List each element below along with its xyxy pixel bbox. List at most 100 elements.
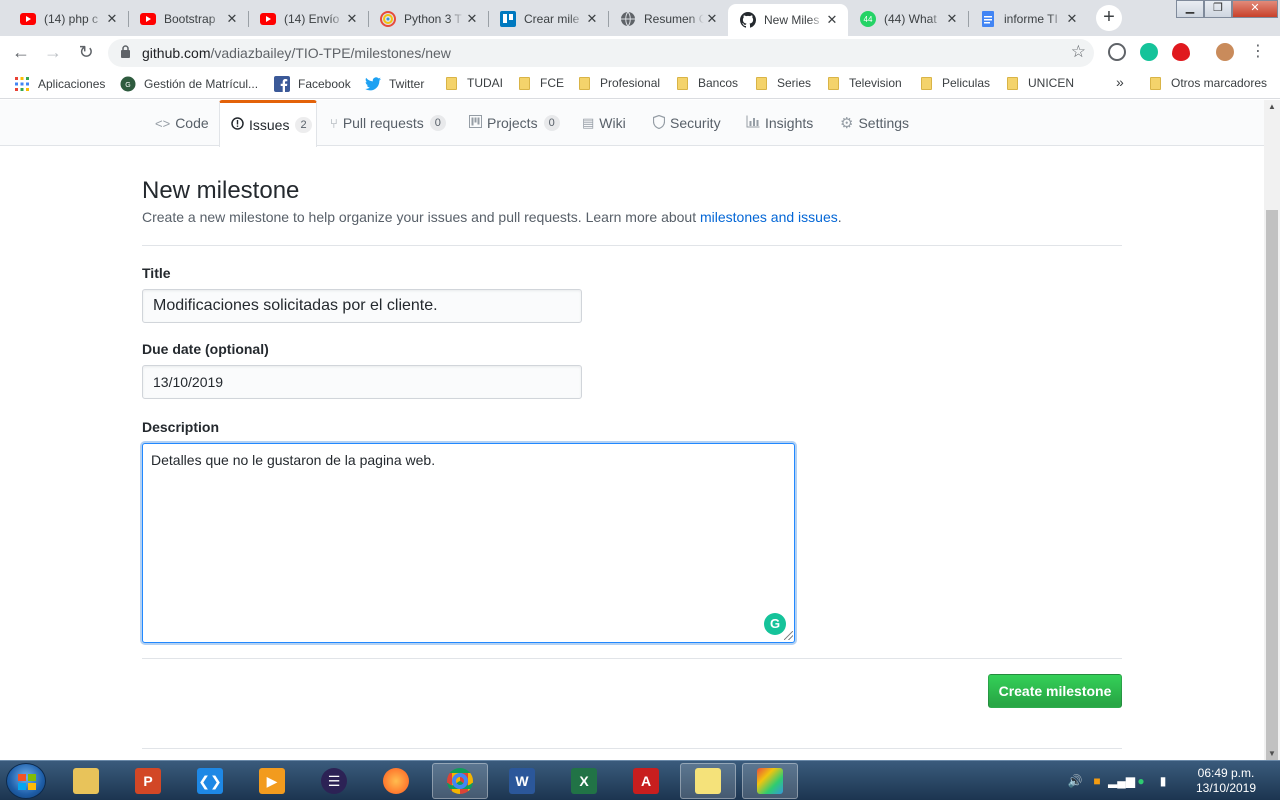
browser-tab[interactable]: 44 (44) What ✕ <box>848 4 969 34</box>
tab-code[interactable]: <> Code <box>155 100 209 146</box>
taskbar-eclipse[interactable]: ☰ <box>306 763 362 799</box>
browser-tab[interactable]: Crear mile ✕ <box>488 4 609 34</box>
bookmark-folder-tudai[interactable]: TUDAI <box>446 76 503 90</box>
bookmark-label: Bancos <box>698 76 739 90</box>
tab-issues[interactable]: Issues 2 <box>219 100 317 147</box>
browser-tab[interactable]: Resumen C ✕ <box>608 4 729 34</box>
bookmark-folder-television[interactable]: Television <box>828 76 902 90</box>
tab-wiki[interactable]: ▤ Wiki <box>582 100 626 146</box>
start-button[interactable] <box>6 763 46 799</box>
bookmark-gestion[interactable]: G Gestión de Matrícul... <box>120 76 258 92</box>
scrollbar-thumb[interactable] <box>1266 210 1278 770</box>
bookmark-folder-peliculas[interactable]: Peliculas <box>921 76 990 90</box>
bookmark-label: Series <box>777 76 812 90</box>
resize-handle[interactable] <box>784 631 793 640</box>
menu-dots-icon[interactable]: ⋮ <box>1246 40 1270 64</box>
system-tray: 🔊 ■ ▂▄▆ ● ▮ <box>1064 761 1174 800</box>
browser-tab[interactable]: informe TI ✕ <box>968 4 1088 34</box>
taskbar-firefox[interactable] <box>368 763 424 799</box>
bookmark-folder-series[interactable]: Series <box>756 76 811 90</box>
security-tray-icon[interactable]: ■ <box>1086 774 1108 788</box>
bookmark-label: UNICEN <box>1028 76 1075 90</box>
tab-label: Insights <box>765 115 814 131</box>
network-signal-icon[interactable]: ▂▄▆ <box>1108 774 1135 788</box>
more-bookmarks-chevron[interactable]: » <box>1116 74 1124 90</box>
close-window-button[interactable]: ✕ <box>1232 0 1278 18</box>
scroll-down-arrow-icon[interactable]: ▼ <box>1264 749 1280 758</box>
bookmark-folder-otros[interactable]: Otros marcadores <box>1150 76 1267 90</box>
tab-security[interactable]: Security <box>652 100 721 146</box>
close-tab-icon[interactable]: ✕ <box>464 11 480 27</box>
back-arrow-icon[interactable]: ← <box>9 40 33 64</box>
grammarly-extension-icon[interactable] <box>1140 43 1158 61</box>
tab-projects[interactable]: Projects 0 <box>469 100 560 146</box>
extension-icon[interactable] <box>1108 43 1126 61</box>
taskbar-paint[interactable] <box>742 763 798 799</box>
taskbar-vscode[interactable]: ❮❯ <box>182 763 238 799</box>
bookmark-twitter[interactable]: Twitter <box>365 76 424 92</box>
bookmark-star-icon[interactable]: ☆ <box>1071 42 1086 62</box>
avatar[interactable] <box>1216 43 1234 61</box>
title-label: Title <box>142 265 171 281</box>
maximize-button[interactable]: ❐ <box>1204 0 1232 18</box>
folder-icon <box>756 76 767 90</box>
url-path: /vadiazbailey/TIO-TPE/milestones/new <box>210 45 451 61</box>
divider <box>142 245 1122 246</box>
create-milestone-button[interactable]: Create milestone <box>988 674 1122 708</box>
media-player-icon: ▶ <box>259 768 285 794</box>
taskbar-media-player[interactable]: ▶ <box>244 763 300 799</box>
bookmark-folder-unicen[interactable]: UNICEN <box>1007 76 1074 90</box>
close-tab-icon[interactable]: ✕ <box>104 11 120 27</box>
github-page: <> Code Issues 2 ⑂ Pull requests 0 Projects 0… <box>0 100 1264 760</box>
page-scrollbar[interactable]: ▲ ▼ <box>1264 100 1280 770</box>
browser-tab[interactable]: (14) php c ✕ <box>8 4 129 34</box>
volume-icon[interactable]: 🔊 <box>1064 774 1086 788</box>
reload-icon[interactable]: ↻ <box>74 40 98 64</box>
bookmark-folder-fce[interactable]: FCE <box>519 76 564 90</box>
taskbar-clock[interactable]: 06:49 p.m. 13/10/2019 <box>1186 766 1266 796</box>
milestones-help-link[interactable]: milestones and issues <box>700 209 838 225</box>
close-tab-icon[interactable]: ✕ <box>944 11 960 27</box>
subtitle-end: . <box>837 209 842 225</box>
close-tab-icon[interactable]: ✕ <box>584 11 600 27</box>
taskbar-word[interactable]: W <box>494 763 550 799</box>
folder-icon <box>446 76 457 90</box>
taskbar-acrobat[interactable]: A <box>618 763 674 799</box>
title-input[interactable] <box>142 289 582 323</box>
due-date-input[interactable] <box>142 365 582 399</box>
close-tab-icon[interactable]: ✕ <box>824 12 840 28</box>
browser-tab[interactable]: Python 3 T ✕ <box>368 4 489 34</box>
bookmark-apps[interactable]: Aplicaciones <box>14 76 105 92</box>
bookmark-facebook[interactable]: Facebook <box>274 76 351 92</box>
taskbar-powerpoint[interactable]: P <box>120 763 176 799</box>
address-bar[interactable]: github.com/vadiazbailey/TIO-TPE/mileston… <box>108 39 1094 67</box>
browser-tab[interactable]: Bootstrap ✕ <box>128 4 249 34</box>
opera-extension-icon[interactable] <box>1172 43 1190 61</box>
new-tab-button[interactable]: + <box>1096 5 1122 31</box>
description-textarea[interactable]: Detalles que no le gustaron de la pagina… <box>142 443 795 643</box>
taskbar-file-explorer[interactable] <box>58 763 114 799</box>
close-tab-icon[interactable]: ✕ <box>224 11 240 27</box>
grammarly-icon[interactable]: G <box>764 613 786 635</box>
bookmark-folder-bancos[interactable]: Bancos <box>677 76 738 90</box>
wifi-icon[interactable]: ● <box>1130 774 1152 788</box>
minimize-button[interactable]: ▁ <box>1176 0 1204 18</box>
close-tab-icon[interactable]: ✕ <box>1064 11 1080 27</box>
scroll-up-arrow-icon[interactable]: ▲ <box>1264 102 1280 111</box>
browser-tab[interactable]: (14) Envío ✕ <box>248 4 369 34</box>
taskbar-excel[interactable]: X <box>556 763 612 799</box>
file-explorer-icon <box>73 768 99 794</box>
page-title: New milestone <box>142 177 300 204</box>
chrome-icon <box>447 768 473 794</box>
close-tab-icon[interactable]: ✕ <box>704 11 720 27</box>
taskbar-sticky-notes[interactable] <box>680 763 736 799</box>
close-tab-icon[interactable]: ✕ <box>344 11 360 27</box>
battery-icon[interactable]: ▮ <box>1152 774 1174 788</box>
bookmark-folder-profesional[interactable]: Profesional <box>579 76 660 90</box>
tab-pull-requests[interactable]: ⑂ Pull requests 0 <box>330 100 446 146</box>
taskbar-chrome[interactable] <box>432 763 488 799</box>
browser-tab-active[interactable]: New Miles ✕ <box>728 4 848 36</box>
tab-settings[interactable]: ⚙ Settings <box>840 100 909 146</box>
forward-arrow-icon[interactable]: → <box>41 40 65 64</box>
tab-insights[interactable]: Insights <box>746 100 813 146</box>
